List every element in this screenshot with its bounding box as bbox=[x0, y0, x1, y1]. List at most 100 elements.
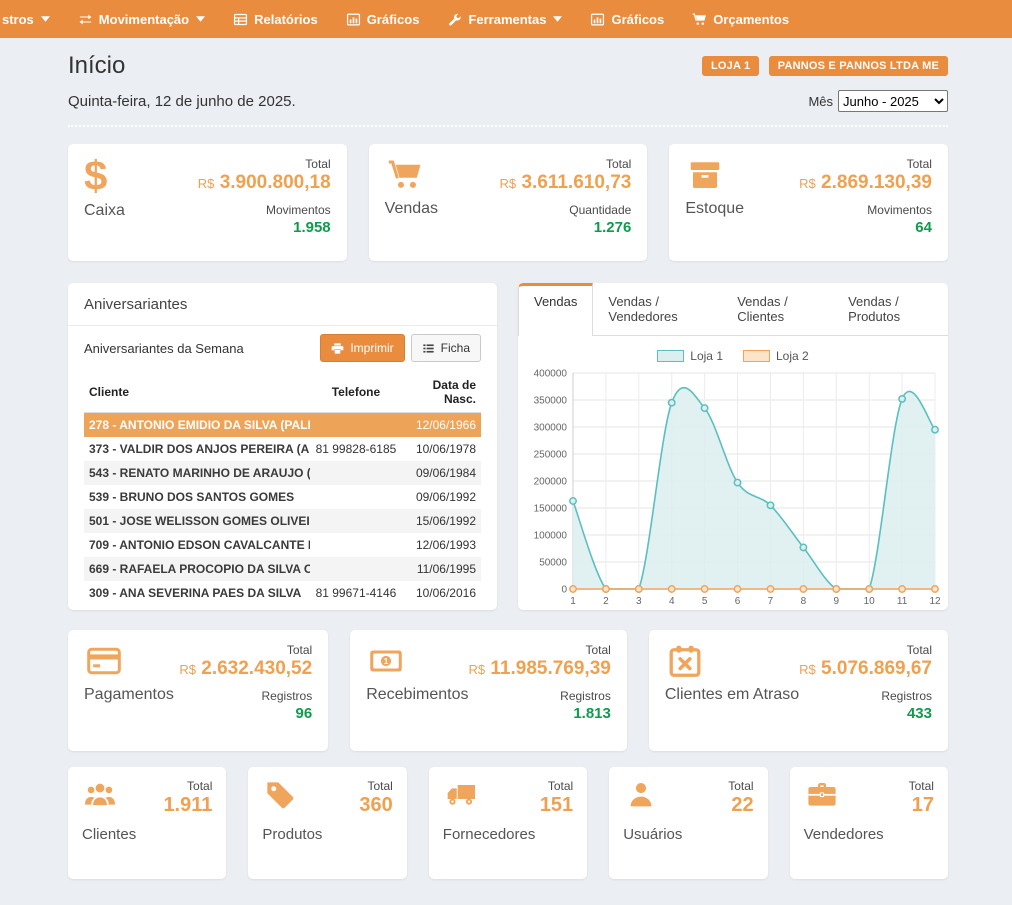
column-header-cliente: Cliente bbox=[84, 372, 310, 413]
exchange-icon bbox=[78, 12, 93, 27]
svg-text:4: 4 bbox=[669, 596, 675, 607]
briefcase-icon bbox=[804, 779, 840, 811]
loja1-swatch bbox=[657, 350, 684, 362]
count-label: Quantidade bbox=[500, 203, 632, 217]
table-row[interactable]: 543 - RENATO MARINHO DE ARAUJO (F…09/06/… bbox=[84, 461, 481, 485]
calendar-x-icon bbox=[665, 643, 705, 679]
stat-card-label: Vendas bbox=[385, 200, 438, 218]
svg-text:300000: 300000 bbox=[534, 423, 568, 434]
nav-item-movimentacao[interactable]: Movimentação bbox=[78, 12, 205, 27]
svg-text:400000: 400000 bbox=[534, 369, 568, 380]
svg-text:11: 11 bbox=[897, 596, 908, 607]
total-value: R$ 5.076.869,67 bbox=[799, 657, 932, 682]
column-header-telefone: Telefone bbox=[310, 372, 401, 413]
caret-down-icon bbox=[553, 16, 562, 22]
cell-name: 669 - RAFAELA PROCOPIO DA SILVA CA… bbox=[84, 557, 310, 581]
stat-card-pagamentos: Pagamentos Total R$ 2.632.430,52 Registr… bbox=[68, 630, 328, 751]
nav-item-ferramentas[interactable]: Ferramentas bbox=[447, 12, 562, 27]
tab-vendas-vendedores[interactable]: Vendas / Vendedores bbox=[593, 283, 722, 335]
money-bill-icon bbox=[366, 643, 406, 679]
birthdays-panel: Aniversariantes Aniversariantes da Seman… bbox=[68, 283, 497, 610]
nav-item-cadastros[interactable]: stros bbox=[2, 12, 50, 27]
caret-down-icon bbox=[196, 16, 205, 22]
mini-card-label: Produtos bbox=[262, 826, 392, 843]
count-value: 1.813 bbox=[468, 705, 610, 722]
cell-tel bbox=[310, 557, 401, 581]
cell-date: 12/06/1966 bbox=[402, 413, 481, 438]
table-row[interactable]: 669 - RAFAELA PROCOPIO DA SILVA CA… 11/06… bbox=[84, 557, 481, 581]
total-label: Total bbox=[500, 157, 632, 171]
tab-vendas-produtos[interactable]: Vendas / Produtos bbox=[833, 283, 948, 335]
nav-item-relatorios[interactable]: Relatórios bbox=[233, 12, 318, 27]
company-badge: PANNOS E PANNOS LTDA ME bbox=[769, 56, 948, 76]
nav-item-label: Ferramentas bbox=[468, 12, 546, 27]
table-row[interactable]: 309 - ANA SEVERINA PAES DA SILVA81 99671… bbox=[84, 581, 481, 605]
table-row[interactable]: 539 - BRUNO DOS SANTOS GOMES09/06/1992 bbox=[84, 485, 481, 509]
cell-name: 501 - JOSE WELISSON GOMES OLIVEIR… bbox=[84, 509, 310, 533]
user-icon bbox=[623, 779, 659, 811]
cell-date: 09/06/1984 bbox=[402, 461, 481, 485]
total-label: Total bbox=[198, 157, 331, 171]
mini-card-produtos: Total 360 Produtos bbox=[248, 767, 406, 879]
cell-name: 278 - ANTONIO EMIDIO DA SILVA (PALE… bbox=[84, 413, 310, 438]
table-row[interactable]: 278 - ANTONIO EMIDIO DA SILVA (PALE… 12/0… bbox=[84, 413, 481, 438]
svg-text:350000: 350000 bbox=[534, 396, 568, 407]
svg-text:8: 8 bbox=[801, 596, 807, 607]
nav-item-label: stros bbox=[2, 12, 34, 27]
nav-item-graficos-2[interactable]: Gráficos bbox=[590, 12, 664, 27]
nav-item-label: Orçamentos bbox=[713, 12, 789, 27]
total-label: Total bbox=[799, 643, 932, 657]
svg-text:1: 1 bbox=[570, 596, 576, 607]
total-value: R$ 2.869.130,39 bbox=[799, 171, 932, 196]
svg-text:150000: 150000 bbox=[534, 504, 568, 515]
count-label: Registros bbox=[179, 689, 312, 703]
svg-text:250000: 250000 bbox=[534, 450, 568, 461]
nav-item-label: Movimentação bbox=[99, 12, 189, 27]
tag-icon bbox=[262, 779, 298, 811]
truck-icon bbox=[443, 779, 479, 811]
tab-vendas[interactable]: Vendas bbox=[518, 283, 593, 336]
store-badge: LOJA 1 bbox=[702, 56, 759, 76]
svg-text:100000: 100000 bbox=[534, 531, 568, 542]
stat-card-clientes-em-atraso: Clientes em Atraso Total R$ 5.076.869,67… bbox=[649, 630, 948, 751]
total-value: R$ 3.900.800,18 bbox=[198, 171, 331, 196]
bar-chart-icon bbox=[346, 12, 361, 27]
nav-item-orcamentos[interactable]: Orçamentos bbox=[692, 12, 789, 27]
caret-down-icon bbox=[41, 16, 50, 22]
cell-tel bbox=[310, 509, 401, 533]
legend-item-loja1: Loja 1 bbox=[657, 349, 723, 363]
birthday-table-body: 278 - ANTONIO EMIDIO DA SILVA (PALE… 12/0… bbox=[84, 413, 481, 606]
count-value: 1.958 bbox=[198, 219, 331, 236]
table-row[interactable]: 373 - VALDIR DOS ANJOS PEREIRA (AN…81 99… bbox=[84, 437, 481, 461]
stat-card-label: Caixa bbox=[84, 202, 125, 220]
stat-card-label: Recebimentos bbox=[366, 686, 468, 704]
nav-item-graficos-1[interactable]: Gráficos bbox=[346, 12, 420, 27]
sales-area-chart: 0500001000001500002000002500003000003500… bbox=[521, 365, 945, 610]
nav-item-label: Gráficos bbox=[611, 12, 664, 27]
cell-tel bbox=[310, 485, 401, 509]
credit-card-icon bbox=[84, 643, 124, 679]
svg-text:200000: 200000 bbox=[534, 477, 568, 488]
print-button[interactable]: Imprimir bbox=[320, 334, 404, 362]
cell-tel bbox=[310, 533, 401, 557]
total-label: Total bbox=[163, 779, 212, 793]
cell-name: 539 - BRUNO DOS SANTOS GOMES bbox=[84, 485, 310, 509]
count-value: 433 bbox=[799, 705, 932, 722]
cell-name: 309 - ANA SEVERINA PAES DA SILVA bbox=[84, 581, 310, 605]
page-title: Início bbox=[68, 50, 125, 82]
tab-vendas-clientes[interactable]: Vendas / Clientes bbox=[722, 283, 833, 335]
count-value: 64 bbox=[799, 219, 932, 236]
ficha-button[interactable]: Ficha bbox=[411, 334, 481, 362]
cell-date: 11/06/1995 bbox=[402, 557, 481, 581]
total-label: Total bbox=[179, 643, 312, 657]
table-row[interactable]: 501 - JOSE WELISSON GOMES OLIVEIR…15/06/… bbox=[84, 509, 481, 533]
svg-text:0: 0 bbox=[561, 585, 567, 596]
main-content: Início LOJA 1 PANNOS E PANNOS LTDA ME Qu… bbox=[68, 38, 948, 879]
month-select[interactable]: Junho - 2025 bbox=[838, 90, 948, 112]
stat-card-recebimentos: Recebimentos Total R$ 11.985.769,39 Regi… bbox=[350, 630, 627, 751]
count-value: 151 bbox=[540, 794, 573, 817]
table-row[interactable]: 709 - ANTONIO EDSON CAVALCANTE D…12/06/1… bbox=[84, 533, 481, 557]
chart-legend: Loja 1 Loja 2 bbox=[518, 349, 948, 363]
cell-date: 12/06/1993 bbox=[402, 533, 481, 557]
count-label: Movimentos bbox=[799, 203, 932, 217]
